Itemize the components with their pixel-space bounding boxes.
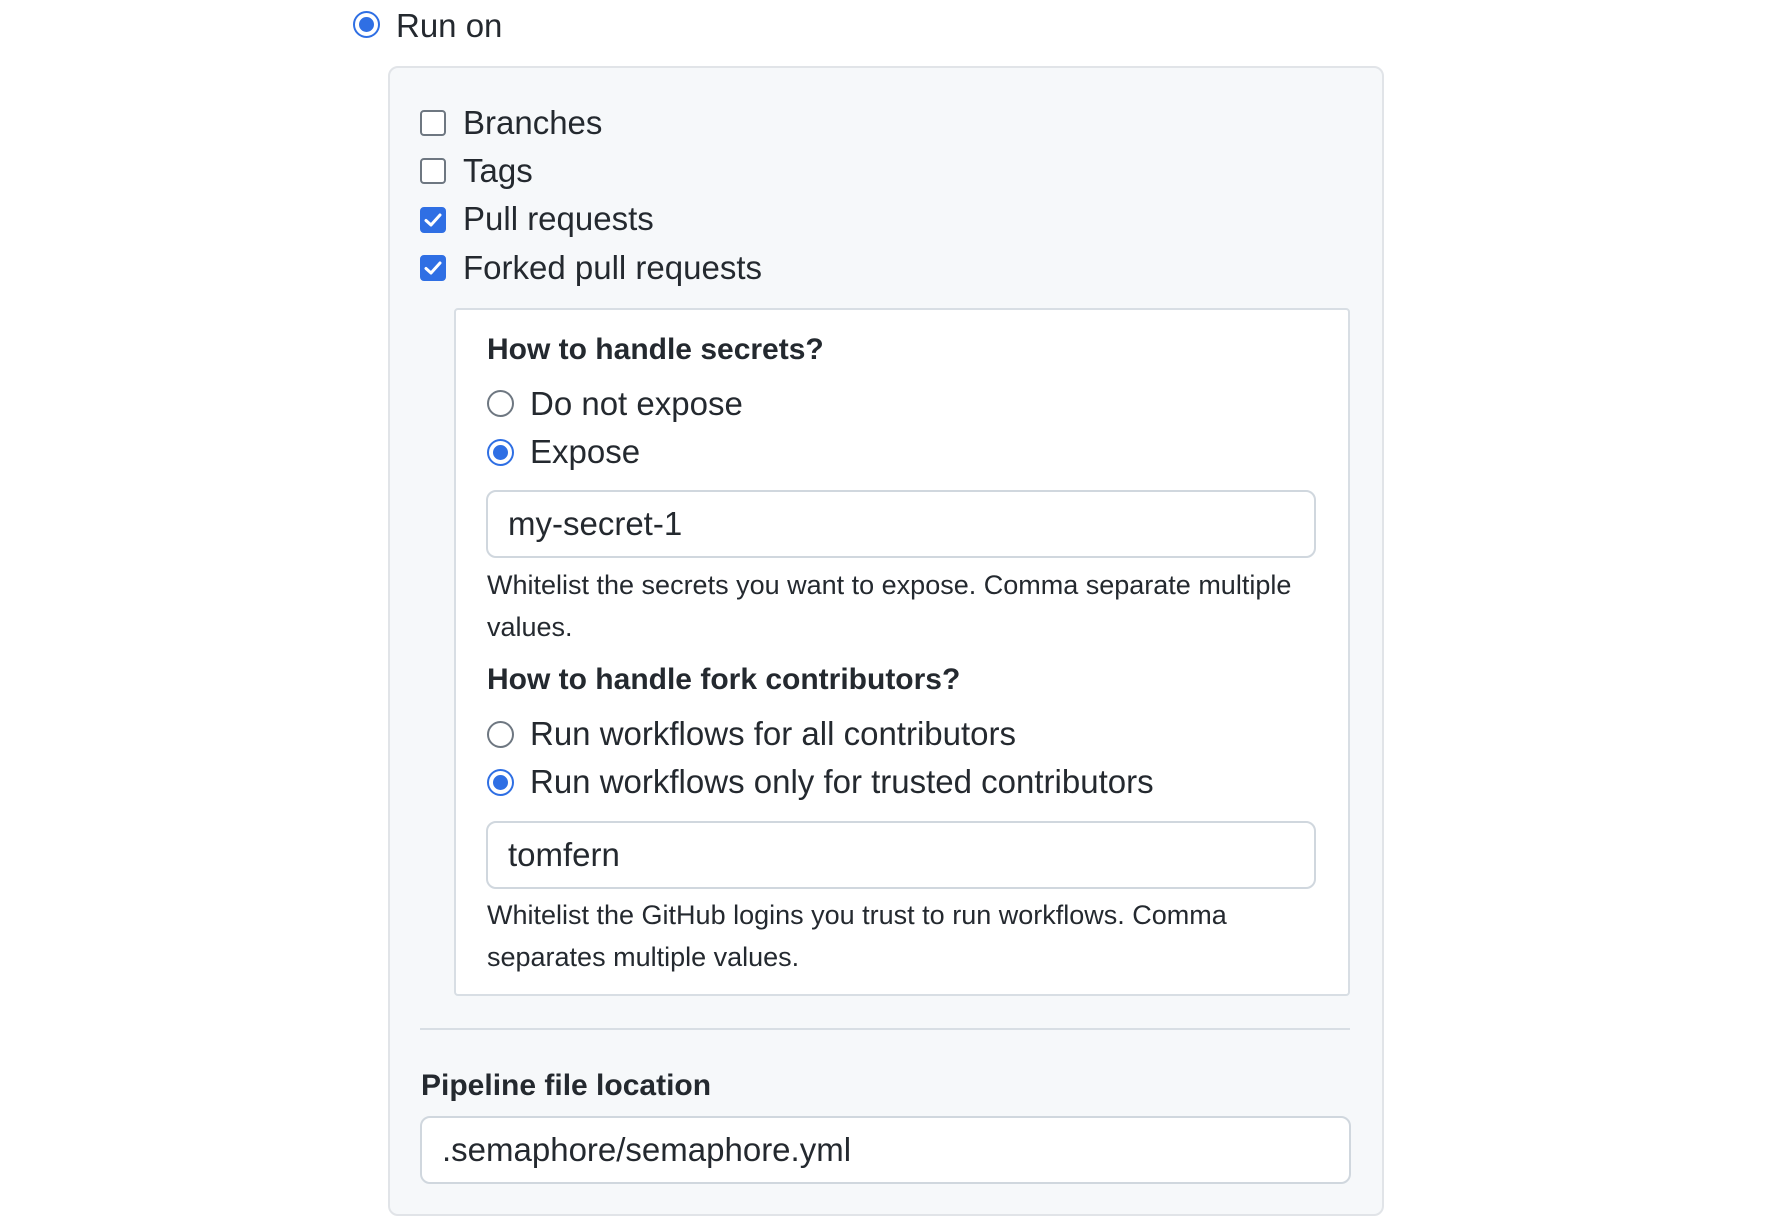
expose-radio[interactable] [487,439,514,466]
branches-checkbox[interactable] [420,110,446,136]
pull-requests-label: Pull requests [463,200,654,237]
section-divider [420,1028,1350,1030]
tags-checkbox[interactable] [420,158,446,184]
radio-dot [493,445,508,460]
forked-pull-requests-checkbox[interactable] [420,255,446,281]
trusted-contributors-label: Run workflows only for trusted contribut… [530,763,1154,800]
checkmark-icon [424,213,442,227]
radio-dot [359,17,374,32]
do-not-expose-radio[interactable] [487,390,514,417]
pull-requests-checkbox[interactable] [420,207,446,233]
pipeline-file-input[interactable]: .semaphore/semaphore.yml [420,1116,1351,1184]
trusted-contributors-input[interactable]: tomfern [486,821,1316,889]
secrets-heading: How to handle secrets? [487,333,824,366]
radio-dot [493,775,508,790]
tags-label: Tags [463,152,533,189]
branches-label: Branches [463,104,603,141]
checkmark-icon [424,261,442,275]
contributors-help-text: Whitelist the GitHub logins you trust to… [487,900,1227,972]
all-contributors-label: Run workflows for all contributors [530,715,1017,752]
pipeline-heading: Pipeline file location [421,1069,712,1102]
secrets-help-text: Whitelist the secrets you want to expose… [487,570,1292,642]
secrets-input[interactable]: my-secret-1 [486,490,1316,558]
expose-label: Expose [530,433,641,470]
contributors-heading: How to handle fork contributors? [487,663,961,696]
forked-pull-requests-label: Forked pull requests [463,249,762,286]
trusted-contributors-radio[interactable] [487,769,514,796]
all-contributors-radio[interactable] [487,721,514,748]
do-not-expose-label: Do not expose [530,385,743,422]
run-on-radio[interactable] [353,11,380,38]
run-on-label: Run on [396,7,503,44]
